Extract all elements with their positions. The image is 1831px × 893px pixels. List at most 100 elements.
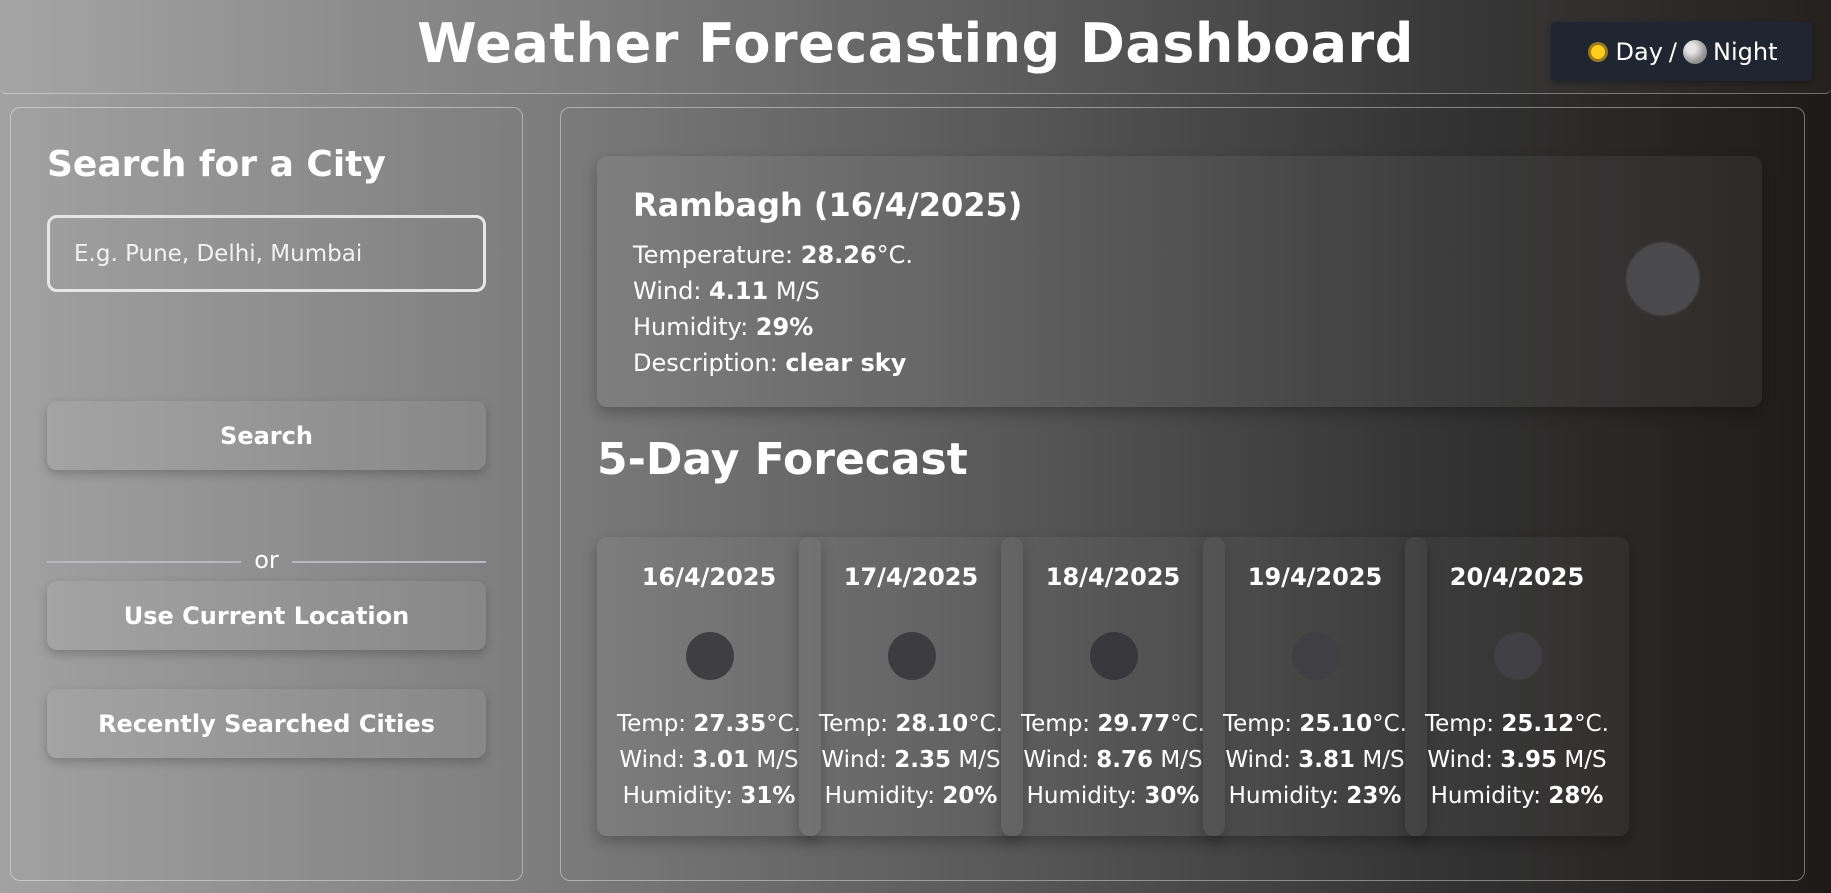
wind-unit: M/S [749,747,799,773]
humidity-value: 31% [740,783,796,809]
current-city-date: Rambagh (16/4/2025) [633,186,1023,224]
temperature-unit: °C. [876,241,914,269]
forecast-humidity: Humidity: 20% [799,783,1023,809]
wind-unit: M/S [1557,747,1607,773]
forecast-wind: Wind: 3.81 M/S [1203,747,1427,773]
temp-unit: °C. [1574,711,1609,737]
moon-icon [1683,39,1707,64]
wind-value: 3.95 [1500,747,1558,773]
wind-value: 4.11 [709,277,769,305]
current-wind: Wind: 4.11 M/S [633,277,820,305]
forecast-card: 19/4/2025 Temp: 25.10°C. Wind: 3.81 M/S Hum… [1203,537,1427,836]
forecast-card: 20/4/2025 Temp: 25.12°C. Wind: 3.95 M/S Hum… [1405,537,1629,836]
search-heading: Search for a City [47,144,386,185]
use-current-location-button[interactable]: Use Current Location [47,581,486,650]
humidity-label: Humidity: [622,783,741,809]
wind-label: Wind: [619,747,693,773]
forecast-humidity: Humidity: 28% [1405,783,1629,809]
humidity-value: 28% [1548,783,1604,809]
humidity-label: Humidity: [1430,783,1549,809]
day-label: Day [1615,37,1663,66]
forecast-temp: Temp: 25.10°C. [1203,711,1427,737]
forecast-humidity: Humidity: 30% [1001,783,1225,809]
current-humidity: Humidity: 29% [633,313,813,341]
weather-icon [1292,632,1340,680]
temperature-label: Temperature: [633,241,801,269]
current-description: Description: clear sky [633,349,906,377]
wind-unit: M/S [768,277,820,305]
forecast-date: 18/4/2025 [1045,563,1181,591]
city-search-input[interactable] [47,215,486,292]
temp-unit: °C. [1170,711,1205,737]
current-weather-card: Rambagh (16/4/2025) Temperature: 28.26°C… [597,156,1762,407]
wind-value: 3.81 [1298,747,1356,773]
temp-value: 27.35 [693,711,767,737]
forecast-wind: Wind: 8.76 M/S [1001,747,1225,773]
wind-value: 3.01 [692,747,750,773]
forecast-wind: Wind: 3.01 M/S [597,747,821,773]
forecast-date: 20/4/2025 [1449,563,1585,591]
humidity-value: 20% [942,783,998,809]
wind-label: Wind: [1023,747,1097,773]
wind-unit: M/S [1153,747,1203,773]
divider-text: or [254,546,279,574]
weather-icon [1627,243,1699,315]
temperature-value: 28.26 [800,241,877,269]
wind-label: Wind: [821,747,895,773]
weather-icon [1494,632,1542,680]
forecast-temp: Temp: 29.77°C. [1001,711,1225,737]
or-divider: or [47,546,486,576]
temp-unit: °C. [968,711,1003,737]
temp-label: Temp: [1425,711,1502,737]
forecast-wind: Wind: 3.95 M/S [1405,747,1629,773]
wind-unit: M/S [951,747,1001,773]
forecast-card: 16/4/2025 Temp: 27.35°C. Wind: 3.01 M/S Hum… [597,537,821,836]
forecast-temp: Temp: 25.12°C. [1405,711,1629,737]
weather-icon [888,632,936,680]
humidity-value: 29% [755,313,814,341]
forecast-temp: Temp: 27.35°C. [597,711,821,737]
weather-icon [686,632,734,680]
search-button[interactable]: Search [47,401,486,470]
sun-icon [1586,40,1610,64]
temp-label: Temp: [1223,711,1300,737]
wind-label: Wind: [633,277,710,305]
forecast-temp: Temp: 28.10°C. [799,711,1023,737]
wind-label: Wind: [1225,747,1299,773]
description-value: clear sky [785,349,907,377]
wind-label: Wind: [1427,747,1501,773]
temp-unit: °C. [766,711,801,737]
forecast-humidity: Humidity: 31% [597,783,821,809]
forecast-card: 18/4/2025 Temp: 29.77°C. Wind: 8.76 M/S Hum… [1001,537,1225,836]
temp-value: 29.77 [1097,711,1171,737]
temp-label: Temp: [819,711,896,737]
divider-line-right [292,561,486,563]
weather-panel: Rambagh (16/4/2025) Temperature: 28.26°C… [560,107,1805,881]
temp-value: 25.12 [1501,711,1575,737]
recently-searched-cities-button[interactable]: Recently Searched Cities [47,689,486,758]
forecast-wind: Wind: 2.35 M/S [799,747,1023,773]
forecast-date: 19/4/2025 [1247,563,1383,591]
humidity-value: 23% [1346,783,1402,809]
temp-value: 25.10 [1299,711,1373,737]
humidity-label: Humidity: [824,783,943,809]
humidity-label: Humidity: [633,313,756,341]
night-label: Night [1713,37,1778,66]
day-night-toggle-button[interactable]: Day / Night [1551,22,1812,81]
temp-unit: °C. [1372,711,1407,737]
weather-icon [1090,632,1138,680]
forecast-title: 5-Day Forecast [597,434,968,485]
temp-label: Temp: [617,711,694,737]
temp-value: 28.10 [895,711,969,737]
forecast-humidity: Humidity: 23% [1203,783,1427,809]
current-temperature: Temperature: 28.26°C. [633,241,913,269]
toggle-separator: / [1668,37,1677,66]
forecast-date: 17/4/2025 [843,563,979,591]
humidity-label: Humidity: [1026,783,1145,809]
forecast-date: 16/4/2025 [641,563,777,591]
humidity-label: Humidity: [1228,783,1347,809]
wind-value: 2.35 [894,747,952,773]
description-label: Description: [633,349,786,377]
search-panel: Search for a City Search or Use Current … [10,107,523,881]
wind-unit: M/S [1355,747,1405,773]
